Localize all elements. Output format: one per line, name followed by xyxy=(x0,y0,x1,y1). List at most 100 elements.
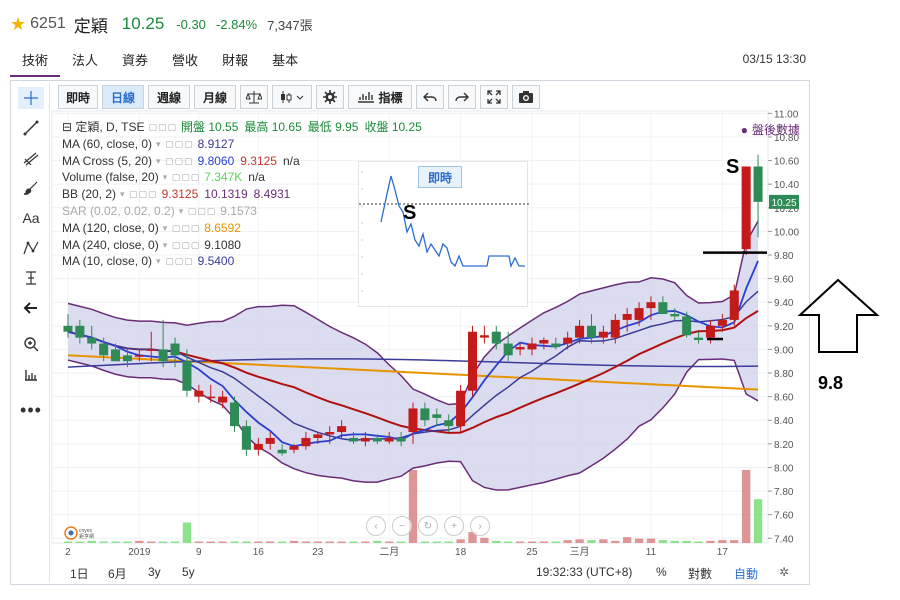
zoom-in-bubble-icon[interactable]: + xyxy=(444,516,464,536)
indicator-label: MA (10, close, 0) xyxy=(62,254,153,269)
volume-bar xyxy=(254,541,263,543)
volume-bar xyxy=(492,540,501,543)
indicator-label: MA (240, close, 0) xyxy=(62,237,159,252)
volume-bar xyxy=(277,541,287,543)
y-tick-label: 7.40 xyxy=(774,534,794,545)
candle-body xyxy=(396,437,406,442)
zoom-out-icon[interactable]: − xyxy=(392,516,412,536)
volume-bar xyxy=(313,541,322,543)
volume-bar xyxy=(718,540,727,543)
candle-body xyxy=(253,443,263,450)
candle-body xyxy=(694,337,704,340)
indicator-row[interactable]: ⊟ 定穎, D, TSE ▢▢▢ 開盤 10.55 最高 10.65 最低 9.95 收盤… xyxy=(62,119,428,136)
indicator-row[interactable]: MA (60, close, 0) ▾ ▢▢▢ 8.9127 xyxy=(62,136,428,153)
indicator-controls-icon[interactable]: ▾ ▢▢▢ xyxy=(163,237,201,254)
candle-body xyxy=(527,343,537,350)
candle-body xyxy=(325,432,335,435)
inset-intraday-button[interactable]: 即時 xyxy=(418,166,462,188)
volume-bar xyxy=(242,541,251,543)
volume-bar xyxy=(658,540,668,543)
candle-body xyxy=(539,339,549,344)
volume-bar xyxy=(611,540,620,543)
indicator-label: ⊟ 定穎, D, TSE xyxy=(62,120,145,134)
y-tick-label: 11.00 xyxy=(774,109,799,120)
log-toggle[interactable]: 對數 xyxy=(688,565,712,582)
x-tick-label: 23 xyxy=(312,547,324,558)
candle-body xyxy=(622,314,632,320)
y-tick-label: 8.40 xyxy=(774,416,794,427)
x-tick-label: 17 xyxy=(717,547,729,558)
candle-body xyxy=(491,331,501,344)
candle-body xyxy=(182,361,192,391)
y-tick-label: 9.20 xyxy=(774,322,794,333)
candle-body xyxy=(551,343,561,348)
range-3y[interactable]: 3y xyxy=(148,565,161,579)
indicator-value: 收盤 10.25 xyxy=(364,120,422,134)
y-tick-label: 7.80 xyxy=(774,487,794,498)
candle-body xyxy=(348,437,359,442)
bottom-settings-icon[interactable]: ✲ xyxy=(779,565,789,579)
y-tick-label: 8.80 xyxy=(774,369,794,380)
candle-body xyxy=(122,355,132,362)
volume-bar xyxy=(170,541,180,543)
indicator-controls-icon[interactable]: ▾ ▢▢▢ xyxy=(179,203,217,220)
post-market-dot-icon: ● xyxy=(740,123,748,137)
volume-bar xyxy=(539,541,549,543)
scroll-right-icon[interactable]: › xyxy=(470,516,490,536)
volume-bar xyxy=(194,541,203,543)
annotation-sell-2: S xyxy=(726,156,740,178)
indicator-value: 最高 10.65 xyxy=(244,120,302,134)
candle-body xyxy=(134,355,144,357)
indicator-controls-icon[interactable]: ▾ ▢▢▢ xyxy=(163,169,201,186)
range-5y[interactable]: 5y xyxy=(182,565,195,579)
volume-bar xyxy=(432,541,441,543)
candle-body xyxy=(444,420,454,427)
volume-bar xyxy=(730,540,739,543)
volume-bar xyxy=(361,541,370,543)
volume-bar xyxy=(741,470,751,543)
candle-body xyxy=(586,325,596,338)
candle-body xyxy=(277,449,287,454)
x-tick-label: 2019 xyxy=(128,547,151,558)
candle-body xyxy=(420,408,430,421)
indicator-value: 8.4931 xyxy=(253,187,291,202)
candle-body xyxy=(432,414,442,418)
volume-bar xyxy=(587,540,596,543)
range-6m[interactable]: 6月 xyxy=(108,565,127,582)
candle-body xyxy=(170,343,180,356)
auto-scale-toggle[interactable]: 自動 xyxy=(734,565,758,582)
candle-body xyxy=(301,437,311,447)
volume-bar xyxy=(551,541,560,543)
indicator-value: 開盤 10.55 xyxy=(181,120,239,134)
scroll-left-icon[interactable]: ‹ xyxy=(366,516,386,536)
indicator-controls-icon[interactable]: ▾ ▢▢▢ xyxy=(163,220,201,237)
reset-icon[interactable]: ↻ xyxy=(418,516,438,536)
indicator-controls-icon[interactable]: ▾ ▢▢▢ xyxy=(156,136,194,153)
volume-bar xyxy=(385,541,394,543)
indicator-value: 9.3125 xyxy=(161,187,199,202)
percent-toggle[interactable]: % xyxy=(656,565,667,579)
post-market-data[interactable]: ● 盤後數據 xyxy=(741,121,800,138)
candle-body xyxy=(610,319,620,338)
range-1d[interactable]: 1日 xyxy=(70,565,89,582)
indicator-controls-icon[interactable]: ▾ ▢▢▢ xyxy=(156,253,194,270)
volume-bar xyxy=(420,541,430,543)
volume-bar xyxy=(99,541,108,543)
indicator-controls-icon[interactable]: ▾ ▢▢▢ xyxy=(120,186,158,203)
candle-body xyxy=(218,396,228,403)
last-price-tag: 10.25 xyxy=(771,198,796,209)
volume-bar xyxy=(515,541,525,543)
volume-bar xyxy=(670,540,679,543)
volume-bar xyxy=(158,541,168,543)
volume-bar xyxy=(444,541,453,543)
candle-body xyxy=(87,337,97,344)
candle-body xyxy=(75,325,85,338)
candle-body xyxy=(634,308,644,320)
candle-body xyxy=(575,325,585,338)
candle-body xyxy=(99,343,109,356)
candle-body xyxy=(456,390,466,427)
y-tick-label: 8.60 xyxy=(774,393,794,404)
clock-time: 19:32:33 (UTC+8) xyxy=(536,565,633,579)
indicator-controls-icon[interactable]: ▢▢▢ xyxy=(149,119,178,136)
indicator-controls-icon[interactable]: ▾ ▢▢▢ xyxy=(156,153,194,170)
